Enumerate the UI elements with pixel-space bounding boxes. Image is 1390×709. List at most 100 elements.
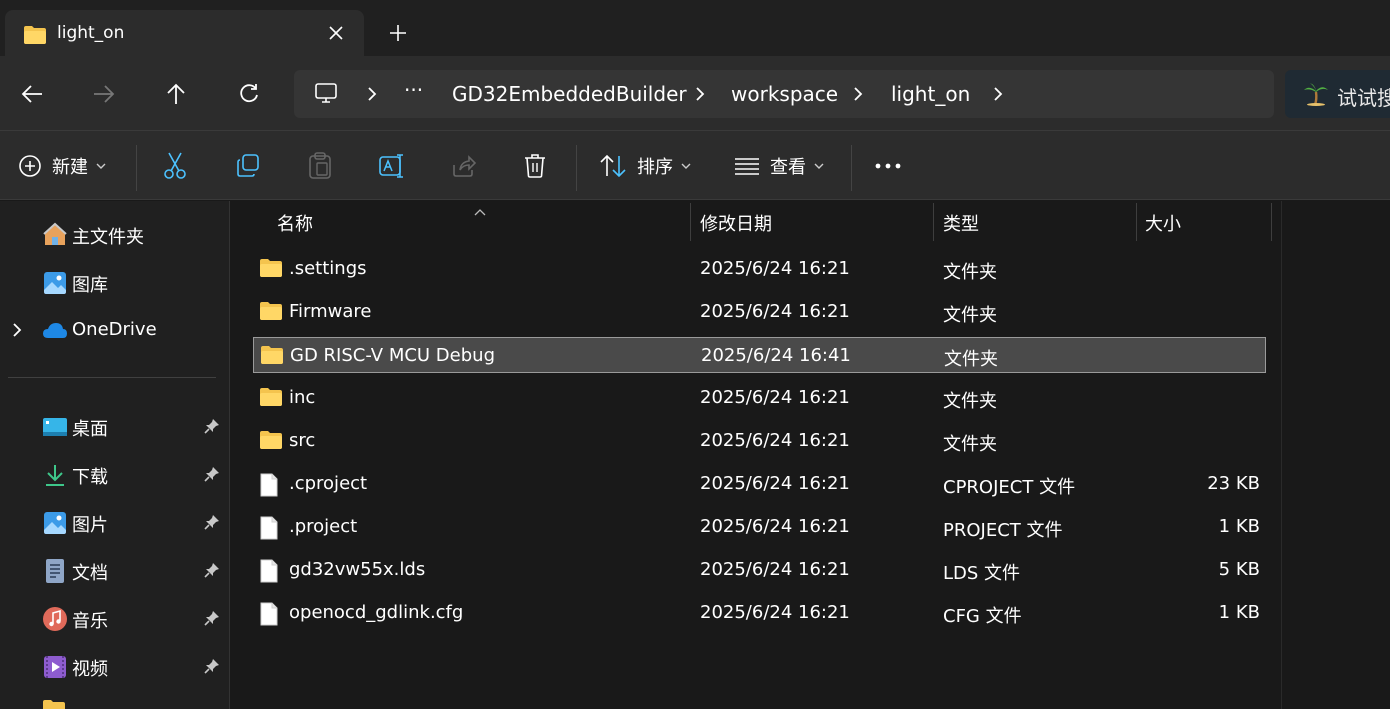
- sidebar-item-onedrive[interactable]: OneDrive: [0, 310, 228, 350]
- table-row[interactable]: .project 2025/6/24 16:21 PROJECT 文件 1 KB: [253, 509, 1266, 545]
- pin-icon[interactable]: [204, 466, 220, 486]
- rename-button[interactable]: [378, 148, 406, 184]
- sidebar-item-downloads[interactable]: 下载: [0, 454, 228, 494]
- videos-icon: [42, 654, 68, 680]
- sidebar-item-music[interactable]: 音乐: [0, 598, 228, 638]
- up-button[interactable]: [158, 76, 194, 112]
- file-name: inc: [289, 387, 316, 408]
- file-type: CFG 文件: [943, 606, 1022, 627]
- folder-icon: [259, 258, 283, 282]
- column-divider[interactable]: [933, 203, 934, 241]
- sort-label: 排序: [637, 157, 673, 178]
- chevron-right-icon[interactable]: [848, 84, 868, 104]
- column-header-size[interactable]: 大小: [1145, 210, 1181, 236]
- trash-icon: [525, 154, 545, 178]
- column-divider[interactable]: [690, 203, 691, 241]
- scissors-icon: [164, 152, 186, 179]
- tab-title: light_on: [57, 23, 125, 43]
- table-row[interactable]: gd32vw55x.lds 2025/6/24 16:21 LDS 文件 5 K…: [253, 552, 1266, 588]
- sort-button[interactable]: 排序: [599, 148, 691, 184]
- share-button[interactable]: [451, 148, 477, 184]
- chevron-right-icon[interactable]: [690, 84, 710, 104]
- documents-icon: [42, 558, 68, 584]
- scrollbar[interactable]: [1281, 201, 1282, 709]
- table-row[interactable]: Firmware 2025/6/24 16:21 文件夹: [253, 294, 1266, 330]
- file-date: 2025/6/24 16:21: [700, 430, 850, 451]
- chevron-right-icon[interactable]: [362, 84, 382, 104]
- home-icon: [42, 222, 68, 248]
- file-name: openocd_gdlink.cfg: [289, 602, 464, 623]
- delete-button[interactable]: [523, 148, 547, 184]
- copy-button[interactable]: [235, 148, 261, 184]
- table-row[interactable]: .settings 2025/6/24 16:21 文件夹: [253, 251, 1266, 287]
- table-row[interactable]: src 2025/6/24 16:21 文件夹: [253, 423, 1266, 459]
- search-box[interactable]: 试试搜: [1285, 70, 1390, 118]
- column-divider[interactable]: [1136, 203, 1137, 241]
- sidebar-item-pictures[interactable]: 图片: [0, 502, 228, 542]
- close-tab-button[interactable]: [321, 20, 351, 46]
- column-header-date[interactable]: 修改日期: [700, 210, 772, 236]
- sidebar-item-desktop[interactable]: 桌面: [0, 406, 228, 446]
- file-name: .project: [289, 516, 358, 537]
- sidebar-item-documents[interactable]: 文档: [0, 550, 228, 590]
- folder-icon: [259, 387, 283, 411]
- chevron-down-icon: [814, 163, 824, 169]
- file-name: GD RISC-V MCU Debug: [290, 345, 496, 366]
- file-type: 文件夹: [943, 391, 997, 412]
- copy-icon: [237, 154, 259, 177]
- new-tab-button[interactable]: [382, 18, 414, 48]
- new-label: 新建: [52, 157, 88, 178]
- table-row[interactable]: .cproject 2025/6/24 16:21 CPROJECT 文件 23…: [253, 466, 1266, 502]
- pin-icon[interactable]: [204, 658, 220, 678]
- chevron-right-icon[interactable]: [10, 322, 24, 342]
- file-date: 2025/6/24 16:21: [700, 473, 850, 494]
- tab-light-on[interactable]: light_on: [5, 10, 364, 56]
- sidebar-item-home[interactable]: 主文件夹: [0, 214, 228, 254]
- rename-icon: [379, 154, 403, 178]
- column-header-type[interactable]: 类型: [943, 210, 979, 236]
- file-icon: [259, 473, 279, 501]
- file-date: 2025/6/24 16:21: [700, 559, 850, 580]
- breadcrumb-item-workspace[interactable]: workspace: [731, 82, 838, 106]
- paste-button[interactable]: [307, 148, 333, 184]
- file-name: Firmware: [289, 301, 372, 322]
- chevron-right-icon[interactable]: [988, 84, 1008, 104]
- file-size: 1 KB: [1218, 516, 1260, 537]
- more-icon: [875, 163, 901, 169]
- more-options-button[interactable]: [874, 148, 902, 184]
- file-list: 名称 修改日期 类型 大小 .settings 2025/6/24 16:21 …: [231, 201, 1390, 709]
- breadcrumb-item-light-on[interactable]: light_on: [891, 82, 970, 106]
- new-button[interactable]: 新建: [18, 148, 106, 184]
- back-button[interactable]: [14, 76, 50, 112]
- file-type: 文件夹: [943, 262, 997, 283]
- table-row[interactable]: openocd_gdlink.cfg 2025/6/24 16:21 CFG 文…: [253, 595, 1266, 631]
- pin-icon[interactable]: [204, 418, 220, 438]
- sidebar-item-partial[interactable]: [0, 694, 228, 709]
- column-header-name[interactable]: 名称: [277, 210, 313, 236]
- view-button[interactable]: 查看: [734, 148, 824, 184]
- breadcrumb-item-gd32embeddedbuilder[interactable]: GD32EmbeddedBuilder: [452, 82, 687, 106]
- cut-button[interactable]: [162, 148, 188, 184]
- pin-icon[interactable]: [204, 562, 220, 582]
- sidebar-separator: [8, 377, 216, 378]
- breadcrumb-overflow[interactable]: ···: [404, 78, 423, 102]
- address-bar[interactable]: ··· GD32EmbeddedBuilder workspace light_…: [294, 70, 1274, 118]
- table-row[interactable]: GD RISC-V MCU Debug 2025/6/24 16:41 文件夹: [253, 337, 1266, 373]
- forward-button[interactable]: [86, 76, 122, 112]
- file-date: 2025/6/24 16:41: [701, 345, 851, 366]
- file-date: 2025/6/24 16:21: [700, 258, 850, 279]
- arrow-right-icon: [94, 85, 115, 103]
- refresh-button[interactable]: [231, 76, 267, 112]
- pin-icon[interactable]: [204, 514, 220, 534]
- pin-icon[interactable]: [204, 610, 220, 630]
- file-size: 1 KB: [1218, 602, 1260, 623]
- list-view-icon: [735, 158, 759, 175]
- column-divider[interactable]: [1271, 203, 1272, 241]
- clipboard-icon: [309, 152, 331, 179]
- table-row[interactable]: inc 2025/6/24 16:21 文件夹: [253, 380, 1266, 416]
- command-bar: 新建 排序 查看: [0, 130, 1390, 200]
- sidebar-item-videos[interactable]: 视频: [0, 646, 228, 686]
- title-bar: light_on: [0, 0, 1390, 56]
- sidebar-item-gallery[interactable]: 图库: [0, 262, 228, 302]
- gallery-icon: [42, 270, 68, 296]
